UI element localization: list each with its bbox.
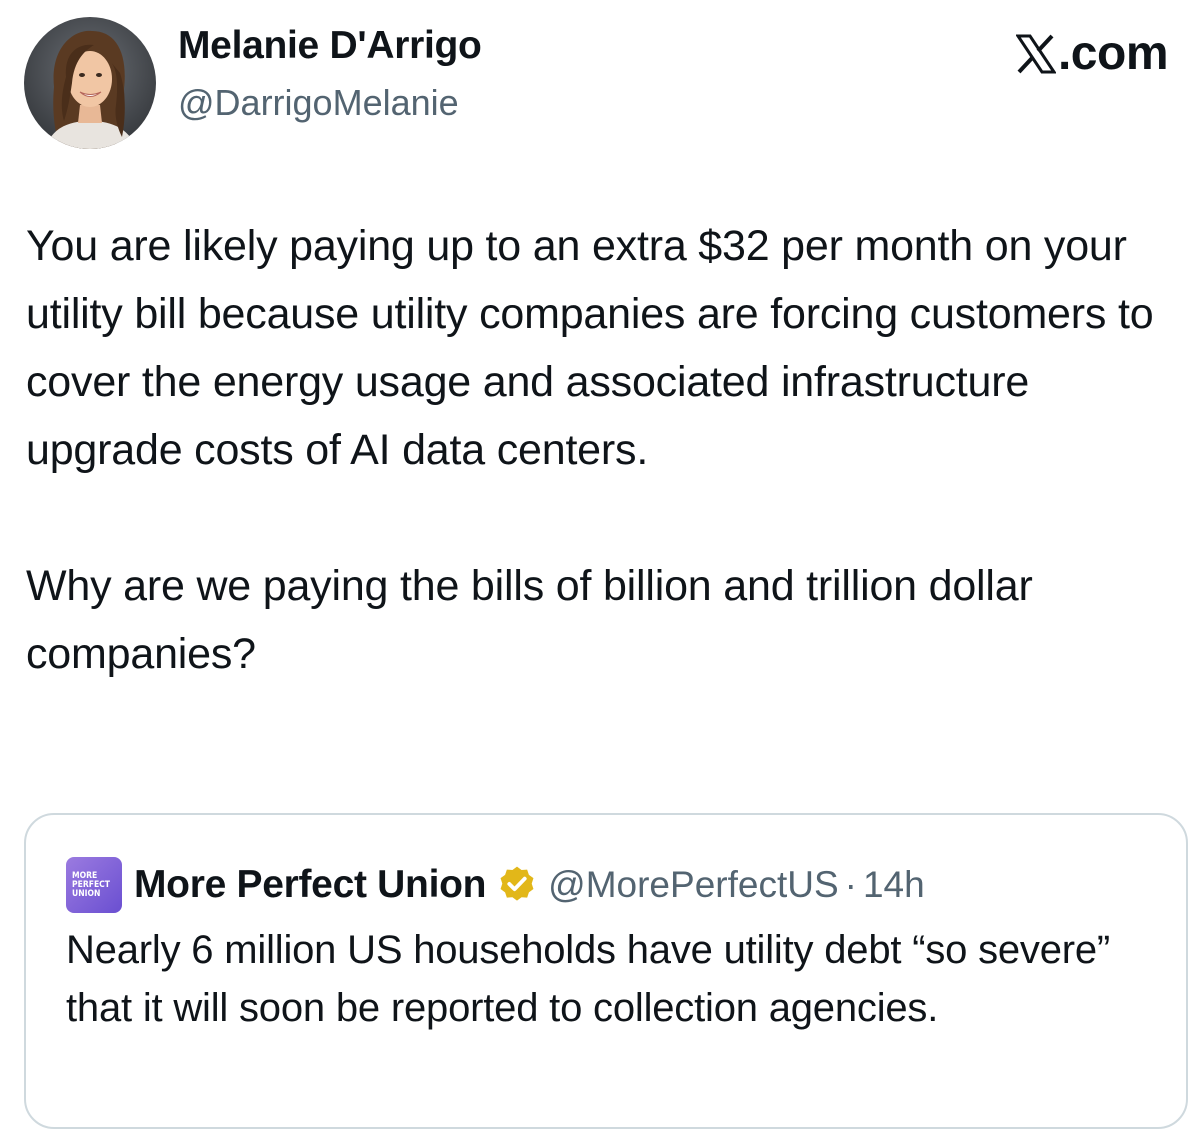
quoted-account-logo[interactable]: MORE PERFECT UNION: [66, 857, 122, 913]
author-handle[interactable]: @DarrigoMelanie: [178, 82, 459, 124]
author-name[interactable]: Melanie D'Arrigo: [178, 24, 482, 68]
verified-badge-icon: [500, 866, 534, 901]
tweet-body: You are likely paying up to an extra $32…: [26, 212, 1176, 688]
tweet-screenshot: Melanie D'Arrigo @DarrigoMelanie .com Yo…: [0, 0, 1200, 1144]
tweet-paragraph: You are likely paying up to an extra $32…: [26, 222, 1154, 474]
separator-dot: ·: [844, 864, 857, 905]
quoted-tweet-header: MORE PERFECT UNION More Perfect Union @M…: [66, 855, 925, 915]
quoted-account-handle[interactable]: @MorePerfectUS: [548, 864, 838, 906]
author-avatar[interactable]: [24, 17, 156, 149]
logo-line: UNION: [72, 888, 101, 899]
quoted-tweet-time[interactable]: 14h: [863, 864, 925, 906]
quoted-tweet-card[interactable]: MORE PERFECT UNION More Perfect Union @M…: [24, 813, 1188, 1129]
quoted-tweet-text: Nearly 6 million US households have util…: [66, 928, 1111, 1030]
quoted-account-name[interactable]: More Perfect Union: [134, 863, 486, 907]
profile-photo-icon: [24, 17, 156, 149]
x-logo-icon: [1015, 32, 1057, 76]
tweet-paragraph: Why are we paying the bills of billion a…: [26, 562, 1033, 678]
source-watermark: .com: [1015, 26, 1169, 81]
source-domain: .com: [1057, 27, 1169, 80]
